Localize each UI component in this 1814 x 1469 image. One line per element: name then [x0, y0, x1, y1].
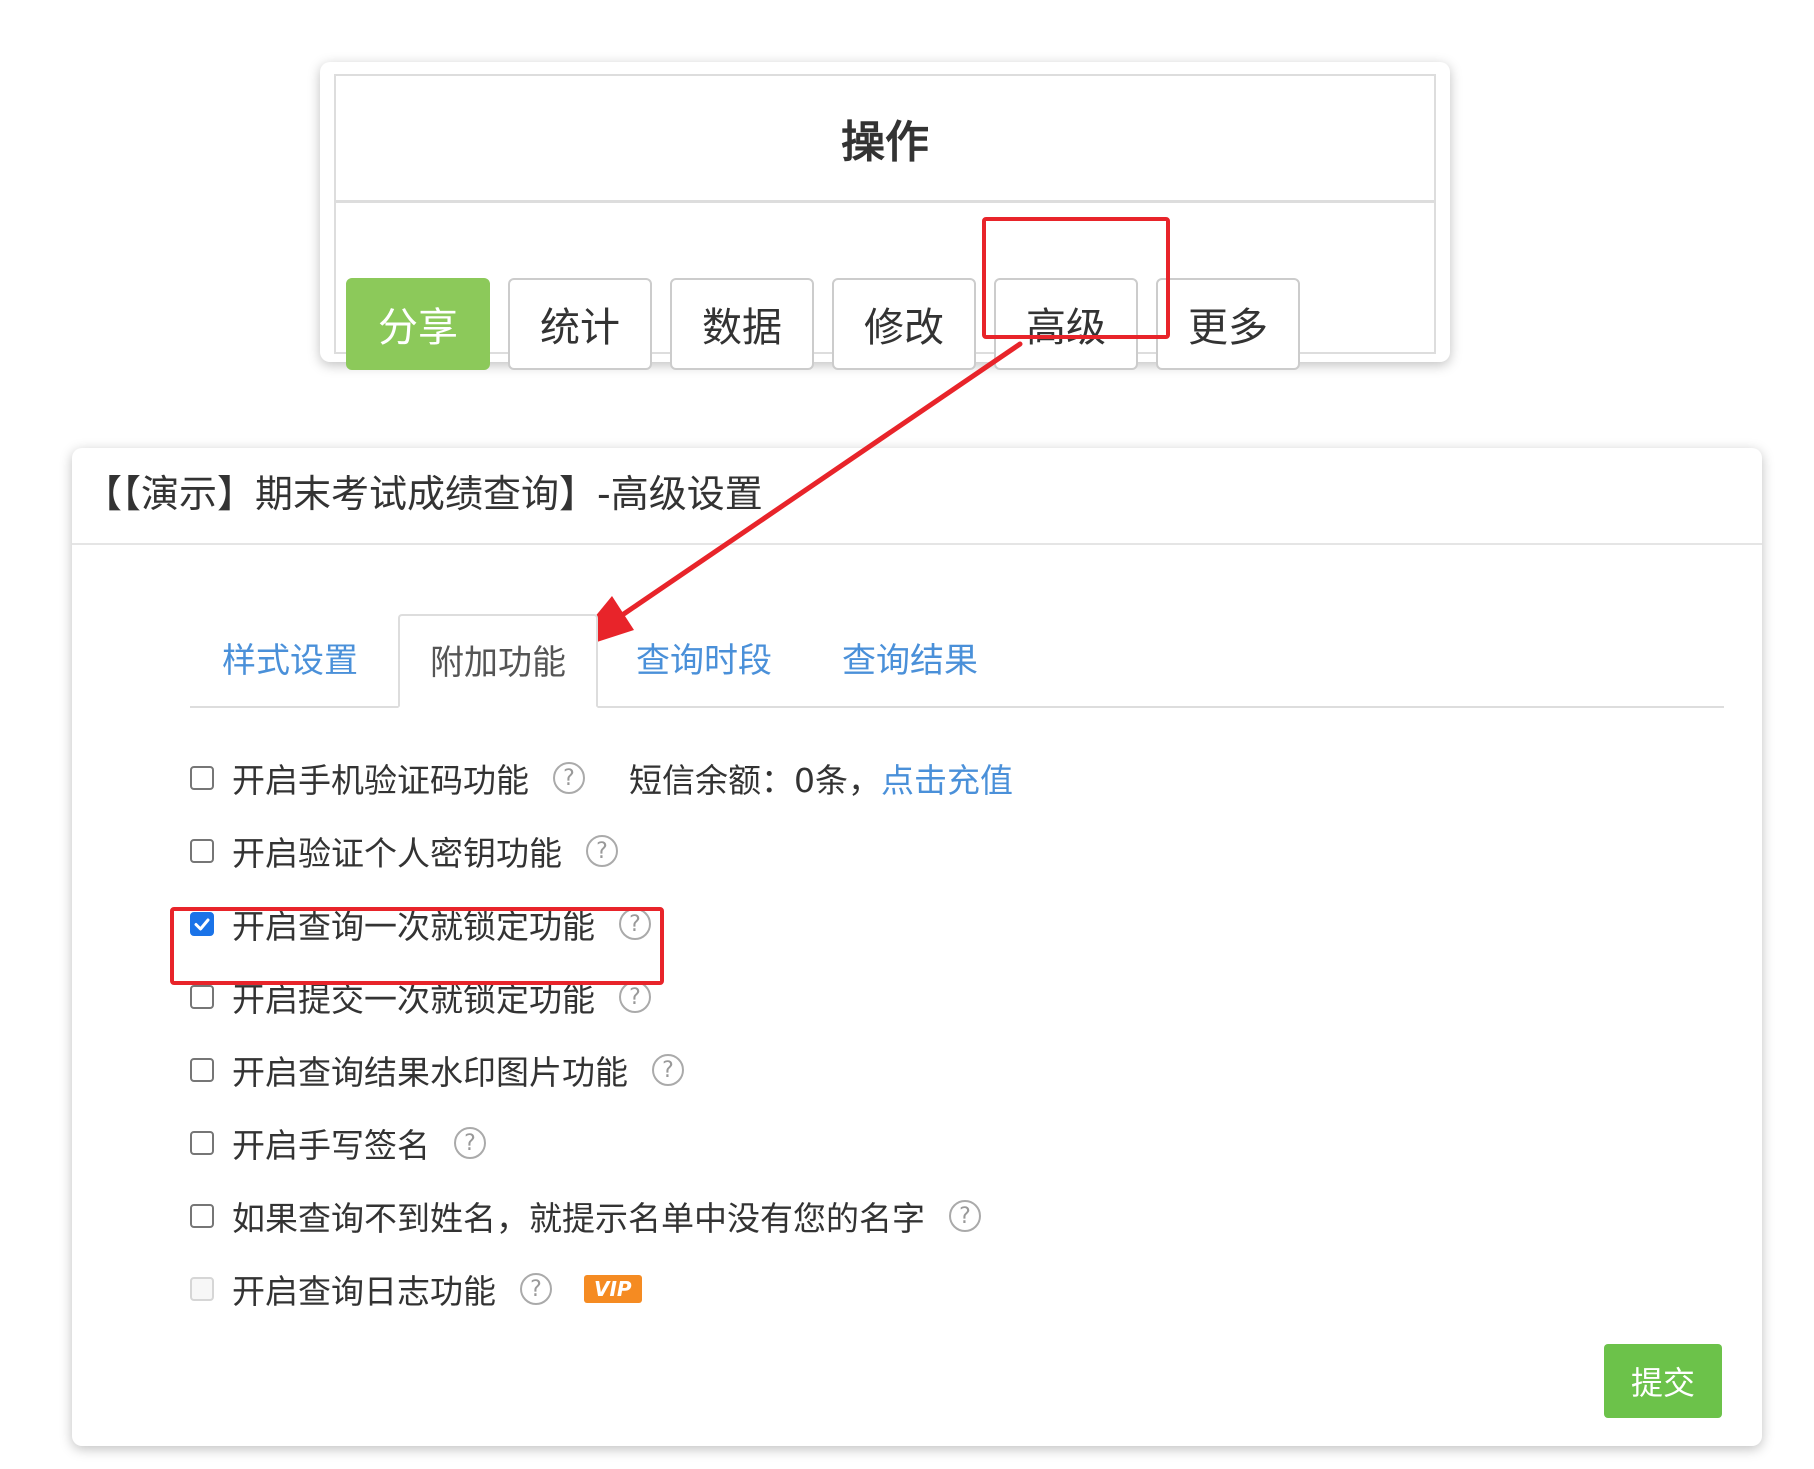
- option-label: 开启查询日志功能: [232, 1272, 496, 1311]
- handwritten-signature-checkbox[interactable]: [190, 1131, 214, 1155]
- tab-additional-features[interactable]: 附加功能: [398, 614, 598, 708]
- tab-style-settings[interactable]: 样式设置: [190, 614, 390, 708]
- option-handwritten-signature: 开启手写签名 ?: [190, 1113, 486, 1173]
- advanced-settings-panel: 【【演示】期末考试成绩查询】-高级设置 样式设置 附加功能 查询时段 查询结果 …: [72, 448, 1762, 1446]
- help-circle-icon[interactable]: ?: [520, 1273, 552, 1305]
- help-circle-icon[interactable]: ?: [553, 762, 585, 794]
- option-label: 开启提交一次就锁定功能: [232, 980, 595, 1019]
- operations-card: 操作 分享 统计 数据 修改 高级 更多: [320, 62, 1450, 370]
- tab-query-period[interactable]: 查询时段: [604, 614, 804, 708]
- option-label: 开启查询结果水印图片功能: [232, 1053, 628, 1092]
- query-log-checkbox: [190, 1277, 214, 1301]
- edit-button[interactable]: 修改: [832, 278, 976, 370]
- option-lock-after-submit: 开启提交一次就锁定功能 ?: [190, 967, 651, 1027]
- lock-after-submit-checkbox[interactable]: [190, 985, 214, 1009]
- lock-after-query-checkbox[interactable]: [190, 912, 214, 936]
- option-label: 如果查询不到姓名，就提示名单中没有您的名字: [232, 1199, 925, 1238]
- option-label: 开启手机验证码功能: [232, 761, 529, 800]
- checkmark-icon: [194, 918, 210, 931]
- option-label: 开启查询一次就锁定功能: [232, 907, 595, 946]
- sms-balance-text: 短信余额：0条，: [629, 761, 881, 800]
- option-lock-after-query: 开启查询一次就锁定功能 ?: [190, 894, 651, 954]
- recharge-link[interactable]: 点击充值: [881, 754, 1013, 802]
- operations-header: 操作: [336, 76, 1434, 203]
- option-watermark-image: 开启查询结果水印图片功能 ?: [190, 1040, 684, 1100]
- submit-button[interactable]: 提交: [1604, 1344, 1722, 1418]
- more-button[interactable]: 更多: [1156, 278, 1300, 370]
- help-circle-icon[interactable]: ?: [586, 835, 618, 867]
- help-circle-icon[interactable]: ?: [454, 1127, 486, 1159]
- option-name-not-found-hint: 如果查询不到姓名，就提示名单中没有您的名字 ?: [190, 1186, 981, 1246]
- option-personal-key: 开启验证个人密钥功能 ?: [190, 821, 618, 881]
- help-circle-icon[interactable]: ?: [619, 981, 651, 1013]
- option-label: 开启手写签名: [232, 1126, 430, 1165]
- help-circle-icon[interactable]: ?: [949, 1200, 981, 1232]
- personal-key-checkbox[interactable]: [190, 839, 214, 863]
- data-button[interactable]: 数据: [670, 278, 814, 370]
- option-query-log: 开启查询日志功能 ? VIP: [190, 1259, 642, 1319]
- tab-query-results[interactable]: 查询结果: [810, 614, 1010, 708]
- panel-title: 【【演示】期末考试成绩查询】-高级设置: [84, 472, 763, 516]
- settings-tabs: 样式设置 附加功能 查询时段 查询结果: [190, 614, 1724, 708]
- help-circle-icon[interactable]: ?: [652, 1054, 684, 1086]
- vip-badge: VIP: [584, 1275, 642, 1303]
- option-label: 开启验证个人密钥功能: [232, 834, 562, 873]
- name-not-found-checkbox[interactable]: [190, 1204, 214, 1228]
- statistics-button[interactable]: 统计: [508, 278, 652, 370]
- option-sms-verification: 开启手机验证码功能 ? 短信余额：0条， 点击充值: [190, 748, 1013, 808]
- watermark-image-checkbox[interactable]: [190, 1058, 214, 1082]
- divider: [72, 543, 1762, 545]
- sms-verification-checkbox[interactable]: [190, 766, 214, 790]
- advanced-button[interactable]: 高级: [994, 278, 1138, 370]
- help-circle-icon[interactable]: ?: [619, 908, 651, 940]
- share-button[interactable]: 分享: [346, 278, 490, 370]
